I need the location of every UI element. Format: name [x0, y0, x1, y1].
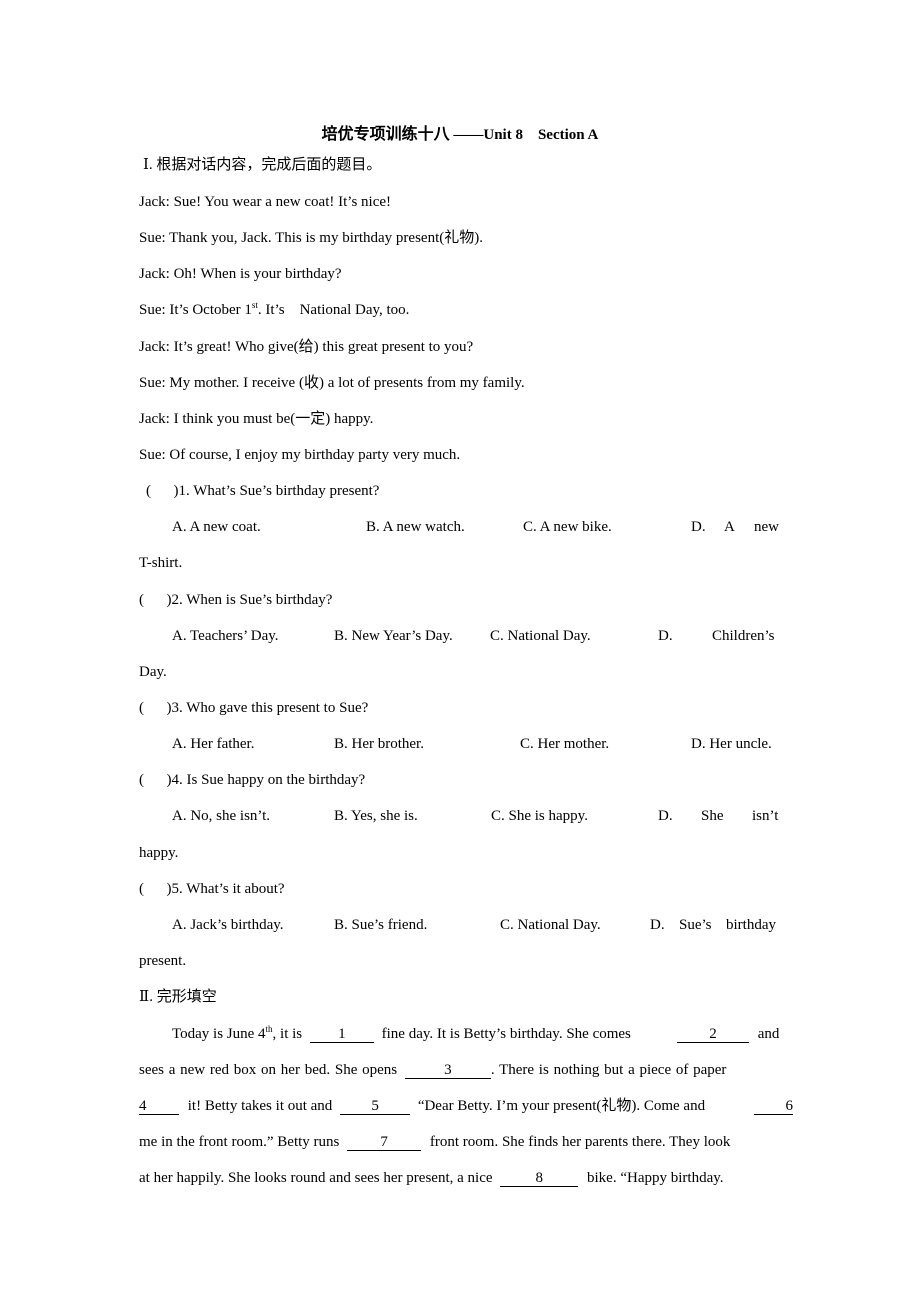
page-title: 培优专项训练十八 ——Unit 8 Section A: [0, 120, 920, 144]
option-d-label: D.: [658, 808, 673, 824]
title-english: Unit 8 Section A: [483, 127, 599, 143]
option-d-label: D.: [658, 628, 673, 644]
question-4-stem: ( )4. Is Sue happy on the birthday?: [139, 772, 366, 788]
question-3-stem: ( )3. Who gave this present to Sue?: [139, 700, 369, 716]
passage-text: sees a new red box on her bed. She opens: [139, 1062, 398, 1078]
option-d-text: new: [754, 519, 779, 535]
passage-line: me in the front room.” Betty runs 7 fron…: [139, 1132, 730, 1152]
blank-2[interactable]: 2: [677, 1026, 749, 1043]
dialogue-text: . It’s National Day, too.: [257, 302, 410, 318]
blank-5[interactable]: 5: [340, 1098, 411, 1115]
option-d: D. Her uncle.: [691, 736, 772, 752]
option-b: B. Her brother.: [334, 736, 424, 752]
passage-text: “Dear Betty. I’m your present(礼物). Come …: [417, 1098, 706, 1114]
blank-3[interactable]: 3: [404, 1062, 491, 1079]
section-1-heading: Ⅰ. 根据对话内容，完成后面的题目。: [143, 157, 382, 173]
option-d-wrap: T-shirt.: [139, 555, 183, 571]
option-c: C. She is happy.: [491, 808, 588, 824]
blank-6[interactable]: 6: [754, 1098, 793, 1115]
question-5-stem: ( )5. What’s it about?: [139, 881, 285, 897]
dialogue-line: Sue: Thank you, Jack. This is my birthda…: [139, 230, 483, 246]
option-d-label: D.: [650, 917, 665, 933]
passage-line-end: 6: [754, 1096, 793, 1116]
document-page: 培优专项训练十八 ——Unit 8 Section A Ⅰ. 根据对话内容，完成…: [0, 0, 920, 1302]
option-c: C. A new bike.: [523, 519, 612, 535]
title-chinese: 培优专项训练十八: [321, 126, 450, 143]
dialogue-line: Sue: Of course, I enjoy my birthday part…: [139, 447, 461, 463]
passage-text: it! Betty takes it out and: [187, 1098, 333, 1114]
passage-line: at her happily. She looks round and sees…: [139, 1168, 724, 1188]
option-d-wrap: present.: [139, 953, 187, 969]
option-b: B. Yes, she is.: [334, 808, 418, 824]
passage-line: Today is June 4th, it is 1 fine day. It …: [172, 1024, 631, 1044]
option-d-wrap: Day.: [139, 664, 167, 680]
option-d-text: birthday: [726, 917, 776, 933]
option-d-text: She: [701, 808, 724, 824]
blank-7[interactable]: 7: [347, 1134, 422, 1151]
blank-1[interactable]: 1: [309, 1026, 374, 1043]
dialogue-line: Jack: Sue! You wear a new coat! It’s nic…: [139, 194, 392, 210]
passage-text: , it is: [272, 1026, 303, 1042]
option-c: C. National Day.: [500, 917, 601, 933]
passage-text: at her happily. She looks round and sees…: [139, 1170, 493, 1186]
option-a: A. No, she isn’t.: [172, 808, 271, 824]
option-a: A. Teachers’ Day.: [172, 628, 279, 644]
option-d-text: Sue’s: [679, 917, 712, 933]
dialogue-line: Jack: It’s great! Who give(给) this great…: [139, 339, 474, 355]
question-2-stem: ( )2. When is Sue’s birthday?: [139, 592, 333, 608]
option-c: C. Her mother.: [520, 736, 610, 752]
passage-line-end: 2 and: [677, 1024, 779, 1044]
option-a: A. Her father.: [172, 736, 255, 752]
passage-text: bike. “Happy birthday.: [587, 1170, 724, 1186]
passage-text: . There is nothing but a piece of paper: [490, 1062, 727, 1078]
blank-8[interactable]: 8: [500, 1170, 579, 1187]
option-c: C. National Day.: [490, 628, 591, 644]
dialogue-text: Sue: It’s October 1: [139, 302, 252, 318]
dialogue-line: Sue: My mother. I receive (收) a lot of p…: [139, 375, 525, 391]
title-dash: ——: [449, 127, 484, 143]
option-d-text: A: [724, 519, 735, 535]
option-d-wrap: happy.: [139, 845, 179, 861]
option-d-text: isn’t: [752, 808, 779, 824]
dialogue-line: Jack: Oh! When is your birthday?: [139, 266, 342, 282]
passage-line: 4 it! Betty takes it out and 5 “Dear Bet…: [139, 1096, 705, 1116]
passage-text: me in the front room.” Betty runs: [139, 1134, 340, 1150]
superscript: th: [265, 1024, 273, 1034]
dialogue-line: Jack: I think you must be(一定) happy.: [139, 411, 374, 427]
passage-text: and: [757, 1026, 780, 1042]
option-b: B. A new watch.: [366, 519, 465, 535]
passage-text: front room. She finds her parents there.…: [429, 1134, 731, 1150]
option-d-text: Children’s: [712, 628, 775, 644]
section-2-heading: Ⅱ. 完形填空: [139, 989, 217, 1005]
option-b: B. New Year’s Day.: [334, 628, 453, 644]
question-1-stem: ( )1. What’s Sue’s birthday present?: [146, 483, 380, 499]
option-a: A. Jack’s birthday.: [172, 917, 284, 933]
passage-line: sees a new red box on her bed. She opens…: [139, 1060, 726, 1080]
option-d-label: D.: [691, 519, 706, 535]
passage-text: Today is June 4: [172, 1026, 266, 1042]
blank-4[interactable]: 4: [139, 1098, 179, 1115]
option-a: A. A new coat.: [172, 519, 261, 535]
option-b: B. Sue’s friend.: [334, 917, 428, 933]
dialogue-line: Sue: It’s October 1st. It’s National Day…: [139, 300, 409, 320]
passage-text: fine day. It is Betty’s birthday. She co…: [381, 1026, 631, 1042]
